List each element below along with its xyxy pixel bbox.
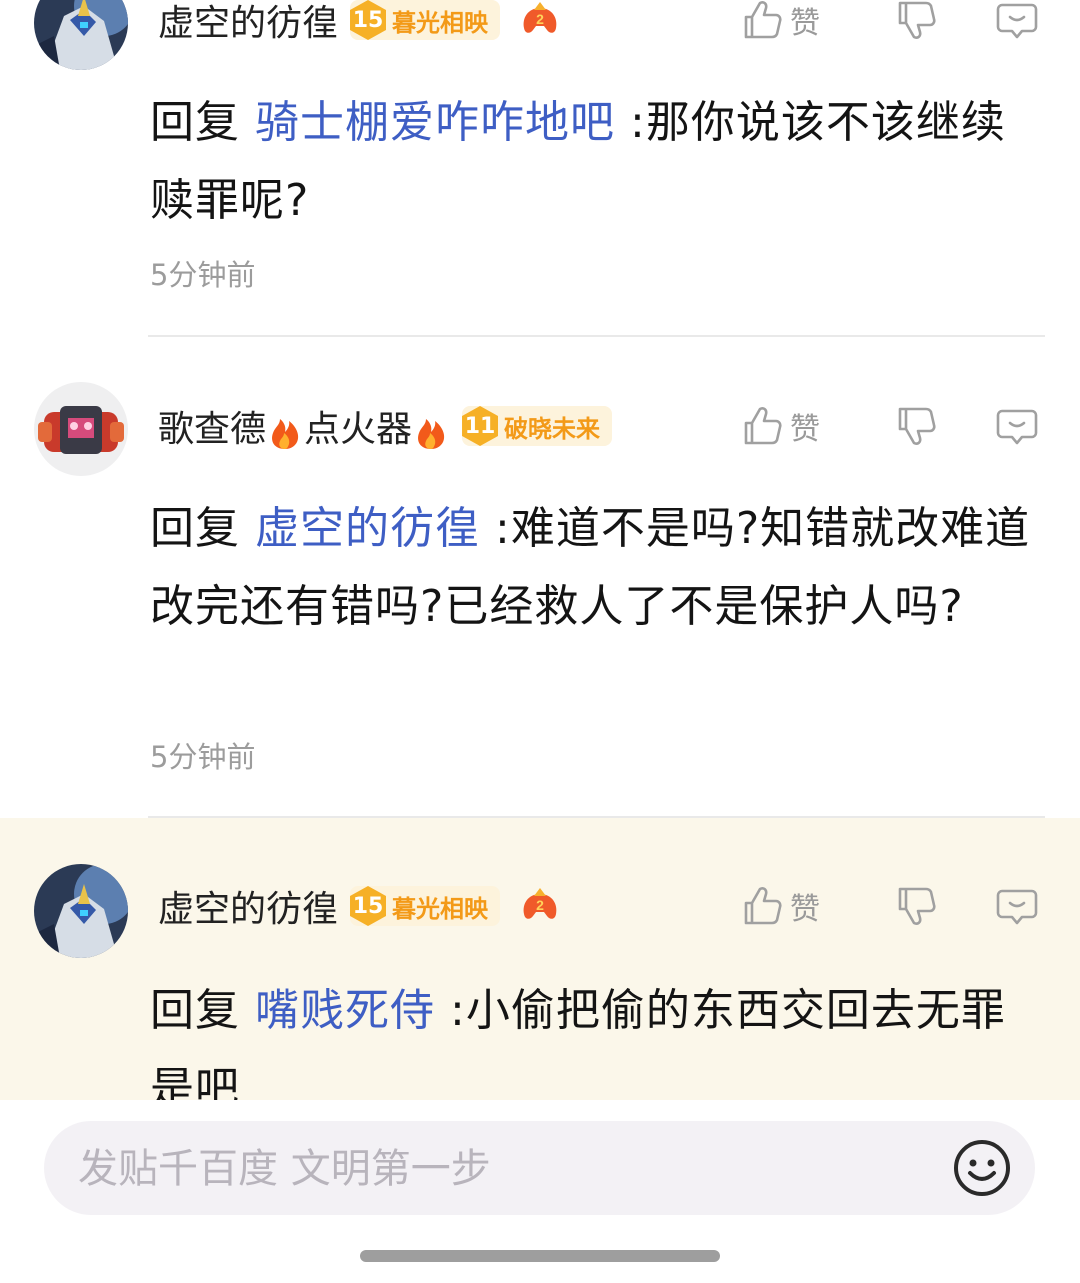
level-number: 11: [462, 406, 499, 446]
reply-button[interactable]: [994, 0, 1040, 43]
username-part: 点火器: [304, 409, 413, 450]
comment-actions: 赞: [738, 876, 1040, 936]
dislike-button[interactable]: [892, 403, 938, 449]
like-label: 赞: [790, 6, 820, 41]
thumbs-down-icon: [898, 407, 936, 445]
level-number: 15: [350, 886, 387, 926]
comment-item: 歌查德 点火器 11 破晓未来 赞 回复 虚空的彷徨 :难道不是吗?知错就改难道改…: [0, 338, 1080, 818]
comment-item: 虚空的彷徨 15 暮光相映 赞 回复 骑士棚爱咋咋地吧 :那你说该不该继续赎罪呢…: [0, 0, 1080, 338]
reply-bubble-icon: [996, 3, 1038, 39]
level-badge: 15 暮光相映: [350, 886, 501, 926]
reply-prefix: 回复: [150, 503, 240, 554]
composer-box: [44, 1121, 1035, 1215]
comment-text: 回复 虚空的彷徨 :难道不是吗?知错就改难道改完还有错吗?已经救人了不是保护人吗…: [150, 490, 1045, 646]
gamepad-icon: [523, 888, 557, 919]
username-part: 歌查德: [158, 409, 267, 450]
reply-prefix: 回复: [150, 985, 240, 1036]
level-title: 暮光相映: [392, 894, 489, 923]
username[interactable]: 歌查德 点火器: [158, 400, 450, 452]
comment-actions: 赞: [738, 0, 1040, 50]
like-label: 赞: [790, 892, 820, 927]
level-title: 暮光相映: [392, 8, 489, 37]
comment-text: 回复 骑士棚爱咋咋地吧 :那你说该不该继续赎罪呢?: [150, 84, 1045, 240]
reply-bubble-icon: [996, 409, 1038, 445]
like-button[interactable]: 赞: [738, 403, 848, 449]
level-badge: 15 暮光相映: [350, 0, 501, 40]
composer-bar: [0, 1100, 1080, 1283]
username[interactable]: 虚空的彷徨: [158, 0, 338, 46]
reply-button[interactable]: [994, 883, 1040, 929]
user-avatar[interactable]: [34, 382, 128, 476]
fire-icon: [418, 419, 445, 449]
mention-link[interactable]: 嘴贱死侍: [255, 985, 435, 1036]
robot-avatar-icon: [34, 382, 128, 476]
like-button[interactable]: 赞: [738, 883, 848, 929]
anime-mecha-avatar-icon: [34, 864, 128, 958]
level-number: 15: [350, 0, 387, 40]
comment-item-highlighted: 虚空的彷徨 15 暮光相映 赞 回复 嘴贱死侍 :小偷把偷的东西交回去无罪是吧: [0, 818, 1080, 1114]
thumbs-up-icon: [744, 407, 782, 445]
fire-icon: [272, 419, 299, 449]
username[interactable]: 虚空的彷徨: [158, 880, 338, 932]
mention-link[interactable]: 骑士棚爱咋咋地吧: [255, 97, 615, 148]
mention-link[interactable]: 虚空的彷徨: [255, 503, 480, 554]
like-label: 赞: [790, 412, 820, 447]
comment-header: 歌查德 点火器 11 破晓未来: [158, 396, 613, 456]
home-indicator[interactable]: [360, 1250, 720, 1262]
timestamp: 5分钟前: [150, 740, 256, 774]
comment-input[interactable]: [76, 1135, 900, 1203]
divider: [148, 335, 1045, 337]
user-avatar[interactable]: [34, 864, 128, 958]
gamepad-icon: [523, 2, 557, 33]
comment-header: 虚空的彷徨 15 暮光相映: [158, 876, 562, 936]
comment-header: 虚空的彷徨 15 暮光相映: [158, 0, 562, 50]
thumbs-down-icon: [898, 1, 936, 39]
user-avatar[interactable]: [34, 0, 128, 70]
thumbs-down-icon: [898, 887, 936, 925]
comment-actions: 赞: [738, 396, 1040, 456]
dislike-button[interactable]: [892, 883, 938, 929]
level-badge: 11 破晓未来: [462, 406, 613, 446]
reply-bubble-icon: [996, 889, 1038, 925]
like-button[interactable]: 赞: [738, 0, 848, 43]
thumbs-up-icon: [744, 887, 782, 925]
level-title: 破晓未来: [504, 414, 601, 443]
dislike-button[interactable]: [892, 0, 938, 43]
smiley-icon[interactable]: [951, 1137, 1013, 1199]
reply-prefix: 回复: [150, 97, 240, 148]
thumbs-up-icon: [744, 1, 782, 39]
anime-mecha-avatar-icon: [34, 0, 128, 70]
reply-button[interactable]: [994, 403, 1040, 449]
timestamp: 5分钟前: [150, 258, 256, 292]
